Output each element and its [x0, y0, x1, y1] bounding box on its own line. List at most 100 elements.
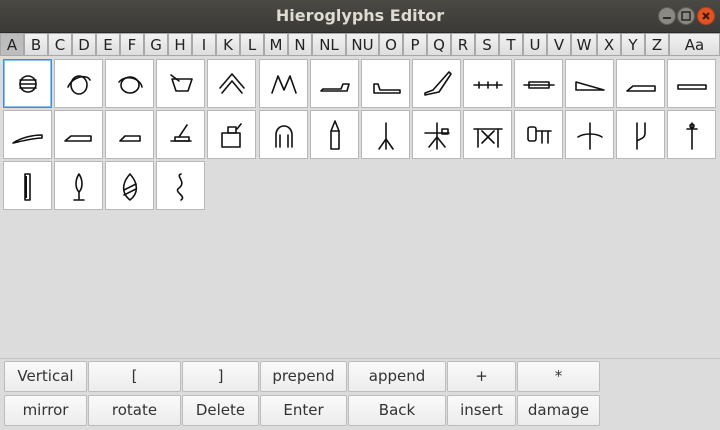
back-button[interactable]: Back — [348, 395, 446, 426]
glyph-rod-icon — [523, 81, 555, 89]
rotate-button[interactable]: rotate — [88, 395, 181, 426]
glyph-wedge[interactable] — [565, 59, 614, 108]
glyph-legs[interactable] — [259, 59, 308, 108]
tab-nl[interactable]: NL — [312, 33, 346, 56]
glyph-striped-orb[interactable] — [3, 59, 52, 108]
tab-u[interactable]: U — [523, 33, 547, 56]
glyph-arrow-post-icon — [378, 122, 394, 150]
tab-a[interactable]: A — [0, 33, 24, 56]
glyph-loaf-icon — [67, 75, 91, 95]
close-button[interactable] — [697, 7, 715, 25]
close-icon — [702, 12, 710, 20]
glyph-boat-icon — [373, 83, 401, 94]
delete-button[interactable]: Delete — [182, 395, 259, 426]
mirror-button[interactable]: mirror — [4, 395, 87, 426]
glyph-curve-blade-icon — [12, 134, 43, 144]
glyph-blade[interactable] — [54, 110, 103, 159]
glyph-wedge-icon — [575, 81, 605, 91]
glyph-pole[interactable] — [463, 59, 512, 108]
star-button[interactable]: * — [517, 361, 600, 392]
glyph-loaf-2[interactable] — [105, 59, 154, 108]
tab-i[interactable]: I — [192, 33, 216, 56]
glyph-ankh-staff[interactable] — [667, 110, 716, 159]
glyph-bow-icon — [577, 122, 603, 150]
glyph-ankh-staff-icon — [686, 122, 698, 150]
glyph-small-blade[interactable] — [105, 110, 154, 159]
glyph-jar-stand[interactable] — [207, 110, 256, 159]
tab-aa[interactable]: Aa — [669, 33, 720, 56]
glyph-standard[interactable] — [412, 110, 461, 159]
glyph-oar-icon — [424, 71, 452, 96]
glyph-loaf[interactable] — [54, 59, 103, 108]
close-bracket-button[interactable]: ] — [182, 361, 259, 392]
tab-nu[interactable]: NU — [346, 33, 379, 56]
glyph-cord[interactable] — [156, 161, 205, 210]
tab-e[interactable]: E — [96, 33, 120, 56]
minimize-button[interactable] — [658, 7, 676, 25]
glyph-mallet[interactable] — [514, 110, 563, 159]
glyph-pillar[interactable] — [310, 110, 359, 159]
damage-button[interactable]: damage — [517, 395, 600, 426]
glyph-boat[interactable] — [361, 59, 410, 108]
vertical-button[interactable]: Vertical — [4, 361, 87, 392]
glyph-basket[interactable] — [156, 59, 205, 108]
glyph-sandal-icon — [320, 83, 350, 92]
glyph-striped-orb-icon — [19, 75, 37, 93]
glyph-double-chevron[interactable] — [207, 59, 256, 108]
glyph-sandal[interactable] — [310, 59, 359, 108]
tab-p[interactable]: P — [403, 33, 427, 56]
glyph-arch[interactable] — [259, 110, 308, 159]
tab-s[interactable]: S — [475, 33, 499, 56]
glyph-rod[interactable] — [514, 59, 563, 108]
glyph-rod-vertical[interactable] — [3, 161, 52, 210]
glyph-pole-icon — [473, 81, 503, 89]
insert-button[interactable]: insert — [447, 395, 516, 426]
glyph-slab-icon — [626, 85, 656, 92]
tab-z[interactable]: Z — [645, 33, 669, 56]
tab-g[interactable]: G — [144, 33, 168, 56]
maximize-button[interactable] — [677, 7, 695, 25]
tab-k[interactable]: K — [216, 33, 240, 56]
tab-b[interactable]: B — [24, 33, 48, 56]
glyph-rod-vertical-icon — [24, 173, 31, 201]
glyph-bow[interactable] — [565, 110, 614, 159]
open-bracket-button[interactable]: [ — [88, 361, 181, 392]
glyph-slab[interactable] — [616, 59, 665, 108]
tab-c[interactable]: C — [48, 33, 72, 56]
tab-t[interactable]: T — [499, 33, 523, 56]
tab-r[interactable]: R — [451, 33, 475, 56]
title-bar: Hieroglyphs Editor — [0, 0, 720, 33]
glyph-standard-icon — [424, 122, 450, 150]
plus-button[interactable]: + — [447, 361, 516, 392]
prepend-button[interactable]: prepend — [260, 361, 347, 392]
glyph-bulb[interactable] — [105, 161, 154, 210]
enter-button[interactable]: Enter — [260, 395, 347, 426]
tab-n[interactable]: N — [288, 33, 312, 56]
tab-x[interactable]: X — [597, 33, 621, 56]
tab-d[interactable]: D — [72, 33, 96, 56]
glyph-palette — [3, 59, 720, 359]
tab-m[interactable]: M — [264, 33, 288, 56]
glyph-frame[interactable] — [463, 110, 512, 159]
glyph-staff[interactable] — [616, 110, 665, 159]
tab-v[interactable]: V — [547, 33, 571, 56]
glyph-blade-icon — [64, 135, 92, 142]
append-button[interactable]: append — [348, 361, 446, 392]
glyph-bulb-icon — [122, 173, 138, 201]
tab-l[interactable]: L — [240, 33, 264, 56]
window-title: Hieroglyphs Editor — [275, 6, 445, 25]
glyph-oar[interactable] — [412, 59, 461, 108]
tab-q[interactable]: Q — [427, 33, 451, 56]
divider — [0, 358, 720, 359]
glyph-legs-icon — [271, 75, 297, 94]
glyph-tool[interactable] — [156, 110, 205, 159]
glyph-plume[interactable] — [54, 161, 103, 210]
tab-h[interactable]: H — [168, 33, 192, 56]
glyph-bar[interactable] — [667, 59, 716, 108]
tab-o[interactable]: O — [379, 33, 403, 56]
tab-y[interactable]: Y — [621, 33, 645, 56]
glyph-arrow-post[interactable] — [361, 110, 410, 159]
tab-w[interactable]: W — [571, 33, 597, 56]
glyph-curve-blade[interactable] — [3, 110, 52, 159]
tab-f[interactable]: F — [120, 33, 144, 56]
